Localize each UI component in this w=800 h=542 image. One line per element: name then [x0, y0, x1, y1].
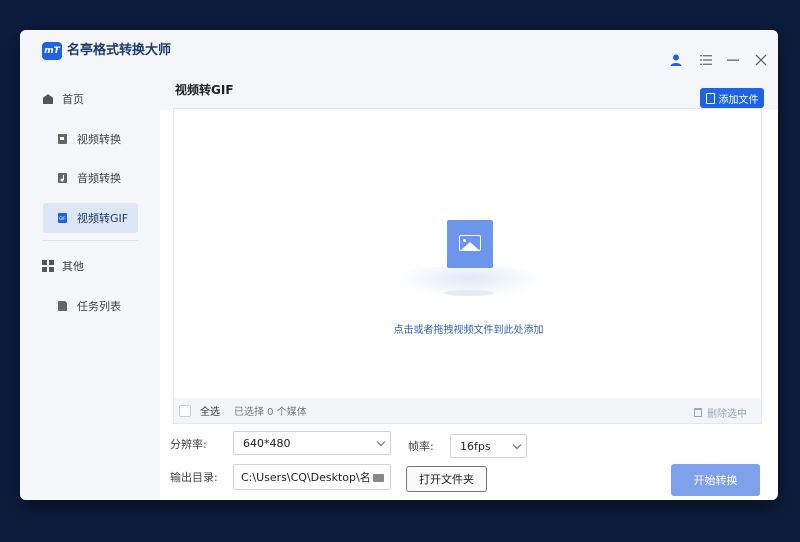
file-add-icon — [705, 92, 715, 104]
output-dir-field[interactable]: C:\Users\CQ\Desktop\名 — [233, 464, 391, 490]
task-list-icon — [57, 300, 69, 312]
sidebar-item-label: 首页 — [62, 93, 84, 106]
add-file-button[interactable]: 添加文件 — [700, 88, 764, 108]
sidebar-item-other[interactable]: 其他 — [42, 258, 84, 274]
sidebar-item-home[interactable]: 首页 — [42, 91, 84, 107]
sidebar-item-video-to-gif[interactable]: GIF 视频转GIF — [43, 203, 138, 233]
select-all-checkbox[interactable] — [179, 404, 191, 417]
start-convert-button[interactable]: 开始转换 — [671, 464, 760, 496]
sidebar: 首页 视频转换 音频转换 GIF 视频转GIF 其他 任务列表 — [20, 80, 160, 500]
home-icon — [42, 93, 54, 105]
select-all-label[interactable]: 全选 — [200, 403, 220, 418]
sidebar-item-task-list[interactable]: 任务列表 — [57, 298, 121, 314]
menu-icon[interactable] — [696, 50, 716, 70]
sidebar-item-label: 视频转换 — [77, 133, 121, 146]
svg-text:GIF: GIF — [59, 216, 66, 221]
sidebar-divider — [42, 240, 138, 241]
app-window: mT 名亭格式转换大师 首页 视频转换 音频转换 GIF 视频转GIF 其他 任… — [20, 30, 778, 500]
sidebar-item-video-convert[interactable]: 视频转换 — [57, 131, 121, 147]
grid-icon — [42, 260, 54, 272]
page-title: 视频转GIF — [175, 83, 234, 97]
sidebar-item-label: 其他 — [62, 260, 84, 273]
fps-label: 帧率: — [408, 440, 434, 453]
selected-count: 已选择 0 个媒体 — [234, 407, 307, 418]
selection-bar: 全选 已选择 0 个媒体 删除选中 — [173, 398, 762, 424]
delete-selected-label: 删除选中 — [707, 409, 747, 420]
gif-icon: GIF — [57, 212, 69, 224]
close-icon[interactable] — [751, 50, 771, 70]
trash-icon — [694, 408, 702, 417]
add-file-label: 添加文件 — [718, 94, 759, 106]
resolution-select[interactable]: 640*480 — [233, 431, 391, 455]
resolution-label: 分辨率: — [170, 438, 207, 451]
chevron-down-icon — [512, 440, 522, 450]
chevron-down-icon — [376, 437, 386, 447]
minimize-icon[interactable] — [723, 50, 743, 70]
app-title: 名亭格式转换大师 — [67, 43, 172, 58]
user-icon[interactable] — [666, 50, 686, 70]
audio-icon — [57, 172, 69, 184]
drop-hint[interactable]: 点击或者拖拽视频文件到此处添加 — [174, 321, 763, 336]
sidebar-item-audio-convert[interactable]: 音频转换 — [57, 170, 121, 186]
delete-selected-button[interactable]: 删除选中 — [694, 405, 747, 420]
image-placeholder-icon — [447, 220, 493, 268]
output-dir-label: 输出目录: — [170, 471, 218, 484]
folder-icon[interactable] — [373, 474, 384, 482]
sidebar-item-label: 音频转换 — [77, 172, 121, 185]
resolution-value: 640*480 — [243, 436, 291, 450]
placeholder-shadow — [444, 290, 494, 296]
open-folder-button[interactable]: 打开文件夹 — [406, 466, 487, 492]
video-icon — [57, 133, 69, 145]
sidebar-item-label: 视频转GIF — [77, 212, 129, 225]
fps-select[interactable]: 16fps — [450, 434, 527, 458]
output-dir-value: C:\Users\CQ\Desktop\名 — [241, 471, 371, 484]
app-logo: mT — [42, 42, 62, 60]
fps-value: 16fps — [460, 439, 491, 453]
sidebar-item-label: 任务列表 — [77, 300, 121, 313]
file-drop-area[interactable]: 点击或者拖拽视频文件到此处添加 — [173, 108, 762, 424]
